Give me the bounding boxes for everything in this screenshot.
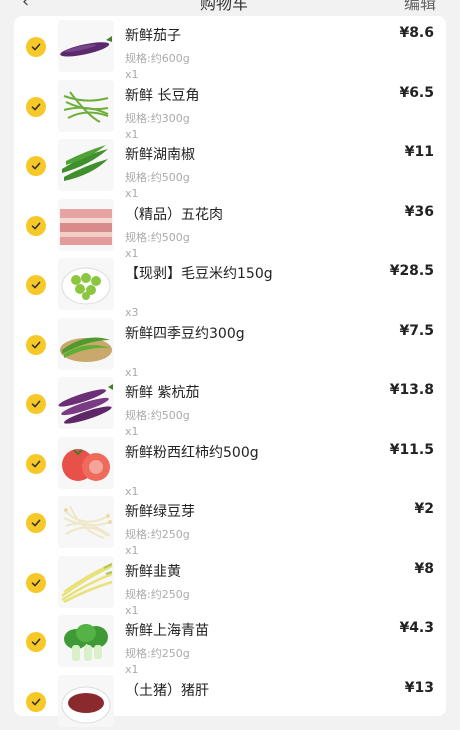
product-name[interactable]: 新鲜 长豆角 <box>125 85 199 105</box>
check-icon <box>30 398 42 410</box>
cart-item-list: 新鲜茄子规格:约600gx1¥8.6新鲜 长豆角规格:约300gx1¥6.5新鲜… <box>14 16 446 716</box>
item-checkbox[interactable] <box>26 454 46 474</box>
item-checkbox[interactable] <box>26 394 46 414</box>
product-spec: 规格:约600g <box>125 50 190 66</box>
product-spec: 规格:约500g <box>125 407 190 423</box>
cart-item[interactable]: 新鲜上海青苗规格:约250gx1¥4.3 <box>14 611 446 671</box>
product-price: ¥11.5 <box>390 442 434 458</box>
cart-item[interactable]: 新鲜韭黄规格:约250gx1¥8 <box>14 552 446 612</box>
product-spec: 规格:约250g <box>125 645 190 661</box>
item-checkbox[interactable] <box>26 97 46 117</box>
product-thumbnail[interactable] <box>58 80 114 132</box>
product-thumbnail[interactable] <box>58 675 114 727</box>
product-thumbnail[interactable] <box>58 615 114 667</box>
item-checkbox[interactable] <box>26 216 46 236</box>
product-spec: 规格:约500g <box>125 229 190 245</box>
product-thumbnail[interactable] <box>58 556 114 608</box>
product-price: ¥13.8 <box>390 382 434 398</box>
product-thumbnail[interactable] <box>58 496 114 548</box>
product-spec: 规格:约250g <box>125 586 190 602</box>
product-price: ¥2 <box>415 501 434 517</box>
product-price: ¥28.5 <box>390 263 434 279</box>
check-icon <box>30 101 42 113</box>
item-checkbox[interactable] <box>26 275 46 295</box>
check-icon <box>30 517 42 529</box>
product-name[interactable]: 新鲜 紫杭茄 <box>125 382 199 402</box>
product-name[interactable]: 新鲜上海青苗 <box>125 620 209 640</box>
cart-item[interactable]: 新鲜 紫杭茄规格:约500gx1¥13.8 <box>14 373 446 433</box>
product-price: ¥13 <box>405 680 434 696</box>
item-checkbox[interactable] <box>26 335 46 355</box>
product-thumbnail[interactable] <box>58 437 114 489</box>
product-spec: 规格:约500g <box>125 169 190 185</box>
product-name[interactable]: 新鲜绿豆芽 <box>125 501 195 521</box>
page-title: 购物车 <box>200 0 248 14</box>
item-checkbox[interactable] <box>26 37 46 57</box>
product-name[interactable]: （精品）五花肉 <box>125 204 223 224</box>
check-icon <box>30 636 42 648</box>
product-price: ¥8.6 <box>399 25 434 41</box>
product-name[interactable]: 新鲜四季豆约300g <box>125 323 245 343</box>
product-price: ¥11 <box>405 144 434 160</box>
product-name[interactable]: （土猪）猪肝 <box>125 680 209 700</box>
product-spec: 规格:约250g <box>125 526 190 542</box>
product-thumbnail[interactable] <box>58 199 114 251</box>
cart-item[interactable]: 【现剥】毛豆米约150gx3¥28.5 <box>14 254 446 314</box>
product-spec: 规格:约300g <box>125 110 190 126</box>
cart-item[interactable]: 新鲜绿豆芽规格:约250gx1¥2 <box>14 492 446 552</box>
check-icon <box>30 41 42 53</box>
check-icon <box>30 220 42 232</box>
product-thumbnail[interactable] <box>58 318 114 370</box>
check-icon <box>30 696 42 708</box>
item-checkbox[interactable] <box>26 156 46 176</box>
product-thumbnail[interactable] <box>58 258 114 310</box>
edit-button[interactable]: 编辑 <box>404 0 436 14</box>
product-price: ¥7.5 <box>399 323 434 339</box>
check-icon <box>30 458 42 470</box>
top-bar: ‹ 购物车 编辑 <box>0 0 460 16</box>
item-checkbox[interactable] <box>26 573 46 593</box>
item-checkbox[interactable] <box>26 692 46 712</box>
product-thumbnail[interactable] <box>58 377 114 429</box>
cart-item[interactable]: （精品）五花肉规格:约500gx1¥36 <box>14 195 446 255</box>
check-icon <box>30 160 42 172</box>
product-price: ¥4.3 <box>399 620 434 636</box>
product-thumbnail[interactable] <box>58 20 114 72</box>
cart-item[interactable]: 新鲜粉西红柿约500gx1¥11.5 <box>14 433 446 493</box>
product-name[interactable]: 【现剥】毛豆米约150g <box>125 263 273 283</box>
check-icon <box>30 577 42 589</box>
product-price: ¥8 <box>415 561 434 577</box>
product-name[interactable]: 新鲜韭黄 <box>125 561 181 581</box>
item-checkbox[interactable] <box>26 513 46 533</box>
item-checkbox[interactable] <box>26 632 46 652</box>
check-icon <box>30 279 42 291</box>
product-thumbnail[interactable] <box>58 139 114 191</box>
check-icon <box>30 339 42 351</box>
cart-item[interactable]: 新鲜四季豆约300gx1¥7.5 <box>14 314 446 374</box>
product-name[interactable]: 新鲜茄子 <box>125 25 181 45</box>
product-name[interactable]: 新鲜湖南椒 <box>125 144 195 164</box>
product-price: ¥36 <box>405 204 434 220</box>
product-name[interactable]: 新鲜粉西红柿约500g <box>125 442 259 462</box>
cart-item[interactable]: 新鲜茄子规格:约600gx1¥8.6 <box>14 16 446 76</box>
back-icon[interactable]: ‹ <box>22 0 29 12</box>
product-price: ¥6.5 <box>399 85 434 101</box>
cart-item[interactable]: （土猪）猪肝 ¥13 <box>14 671 446 730</box>
cart-item[interactable]: 新鲜 长豆角规格:约300gx1¥6.5 <box>14 76 446 136</box>
cart-item[interactable]: 新鲜湖南椒规格:约500gx1¥11 <box>14 135 446 195</box>
